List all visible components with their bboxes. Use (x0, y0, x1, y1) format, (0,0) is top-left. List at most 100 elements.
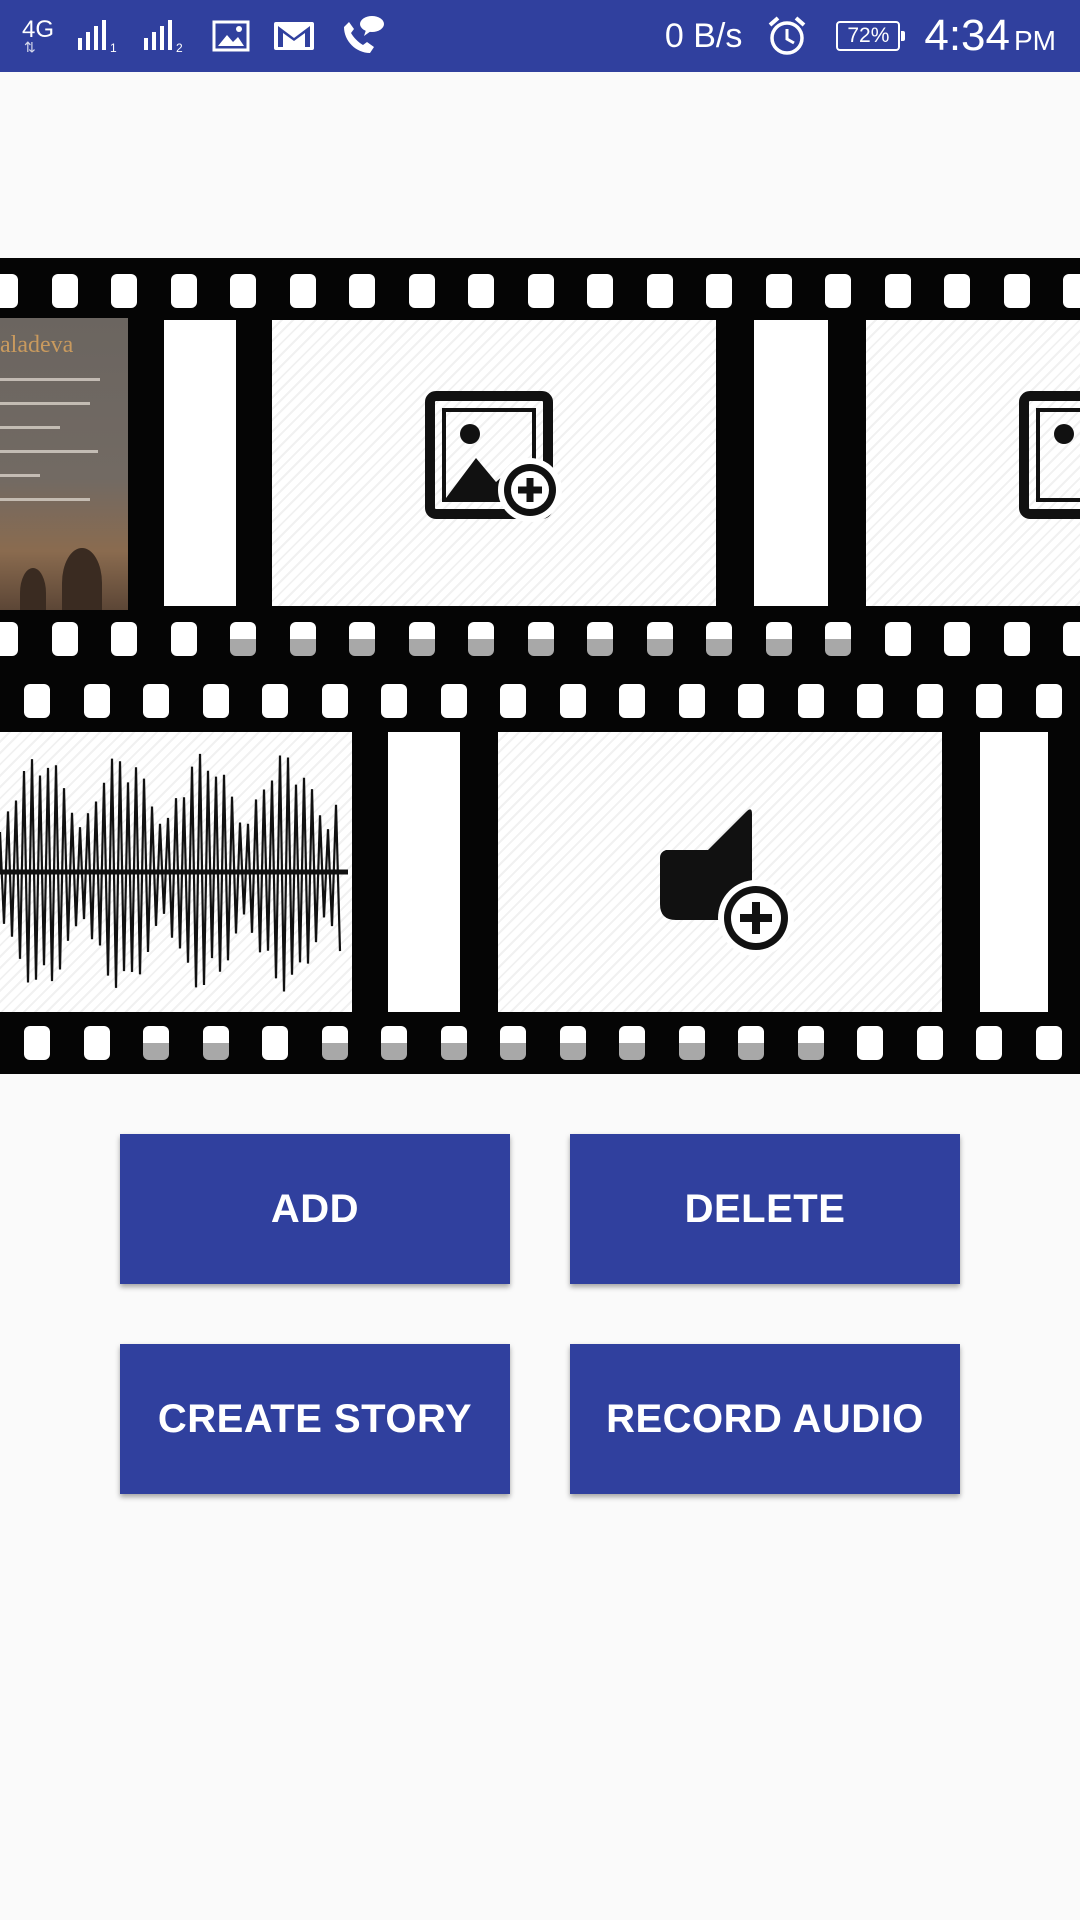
film-perforation (559, 684, 586, 718)
film-perforation (24, 684, 50, 718)
film-frame-blank-2 (754, 320, 828, 606)
film-perforation (440, 1026, 467, 1060)
film-perforation (706, 622, 732, 656)
film-perforation (321, 684, 348, 718)
film-perforation (884, 274, 911, 308)
film-perforation (1063, 274, 1080, 308)
image-notification-icon (212, 20, 250, 52)
film-perforation (408, 274, 435, 308)
film-perforation (468, 622, 494, 656)
film-perforation (349, 622, 375, 656)
film-perforation (500, 684, 526, 718)
film-perforation (51, 274, 78, 308)
add-button[interactable]: ADD (120, 1134, 510, 1284)
data-speed: 0 B/s (664, 16, 743, 55)
image-film-strip: aladeva (0, 258, 1080, 664)
film-perforation (381, 684, 407, 718)
gmail-icon (274, 22, 315, 50)
sim2-label: 2 (176, 41, 183, 54)
film-perforation (916, 1026, 943, 1060)
audio-film-strip (0, 664, 1080, 1074)
film-perforation (857, 1026, 883, 1060)
image-thumbnail-frame[interactable]: aladeva (0, 318, 128, 610)
film-perforation (230, 622, 256, 656)
film-perforation (500, 1026, 526, 1060)
delete-button[interactable]: DELETE (570, 1134, 960, 1284)
film-perforation (587, 274, 613, 308)
film-perforation (289, 622, 316, 656)
film-perforation (706, 274, 732, 308)
film-perforation (440, 684, 467, 718)
film-perforation (143, 684, 169, 718)
battery-icon: 72% (836, 21, 906, 51)
film-perforation (51, 622, 78, 656)
film-perforation (83, 1026, 110, 1060)
film-perforation (230, 274, 256, 308)
film-perforation (468, 274, 494, 308)
film-perforation (678, 1026, 705, 1060)
add-image-frame-2[interactable] (866, 320, 1080, 606)
status-bar: 4G ⇅ 1 2 0 B/s 72% 4:34 PM (0, 0, 1080, 72)
film-perforation (170, 622, 197, 656)
battery-percent: 72% (847, 24, 890, 47)
film-perforation (916, 684, 943, 718)
clock-ampm: PM (1014, 25, 1056, 56)
film-perforation (765, 622, 792, 656)
film-perforation (321, 1026, 348, 1060)
add-image-icon-2 (1019, 391, 1080, 519)
add-image-icon (425, 391, 562, 522)
film-perforation (619, 1026, 645, 1060)
film-perforation (0, 274, 18, 308)
audio-waveform-frame[interactable] (0, 732, 352, 1012)
film-perforation (857, 684, 883, 718)
film-perforation (944, 274, 970, 308)
film-perforation (262, 1026, 288, 1060)
film-perforation (111, 274, 137, 308)
film-perforation (143, 1026, 169, 1060)
film-perforation (24, 1026, 50, 1060)
film-frame-blank-3 (388, 732, 460, 1012)
film-perforation (1003, 622, 1030, 656)
film-perforation (738, 684, 764, 718)
audio-waveform-icon (0, 753, 348, 992)
film-perforation (559, 1026, 586, 1060)
add-audio-frame[interactable] (498, 732, 942, 1012)
film-perforation (1003, 274, 1030, 308)
film-perforation (202, 684, 229, 718)
film-frame-blank (164, 320, 236, 606)
film-perforation (944, 622, 970, 656)
film-perforation (884, 622, 911, 656)
status-icons-right: 0 B/s 72% 4:34 PM (665, 0, 1056, 72)
film-frame-blank-4 (980, 732, 1048, 1012)
film-perforation (976, 684, 1002, 718)
signal-sim2-icon: 2 (144, 20, 183, 54)
add-image-frame[interactable] (272, 320, 716, 606)
film-perforation (797, 1026, 824, 1060)
network-4g-icon: 4G ⇅ (22, 16, 55, 55)
create-story-button[interactable]: CREATE STORY (120, 1344, 510, 1494)
film-perforation (83, 684, 110, 718)
signal-sim1-icon: 1 (78, 20, 117, 54)
film-perforation (381, 1026, 407, 1060)
clock-time: 4:34 (924, 11, 1010, 60)
film-perforation (646, 274, 673, 308)
call-message-icon (344, 16, 385, 53)
film-perforation (1063, 622, 1080, 656)
film-perforation (527, 274, 554, 308)
film-perforation (111, 622, 137, 656)
film-perforation (825, 274, 851, 308)
film-perforation (289, 274, 316, 308)
film-perforation (765, 274, 792, 308)
status-icons-left: 4G ⇅ 1 2 (22, 15, 408, 57)
film-perforation (262, 684, 288, 718)
sim1-label: 1 (110, 41, 117, 54)
film-perforation (0, 622, 18, 656)
film-perforation (825, 622, 851, 656)
clock: 4:34 PM (924, 11, 1056, 61)
film-perforation (202, 1026, 229, 1060)
film-perforation (1035, 1026, 1062, 1060)
film-perforation (976, 1026, 1002, 1060)
film-perforation (797, 684, 824, 718)
film-perforation (349, 274, 375, 308)
record-audio-button[interactable]: RECORD AUDIO (570, 1344, 960, 1494)
